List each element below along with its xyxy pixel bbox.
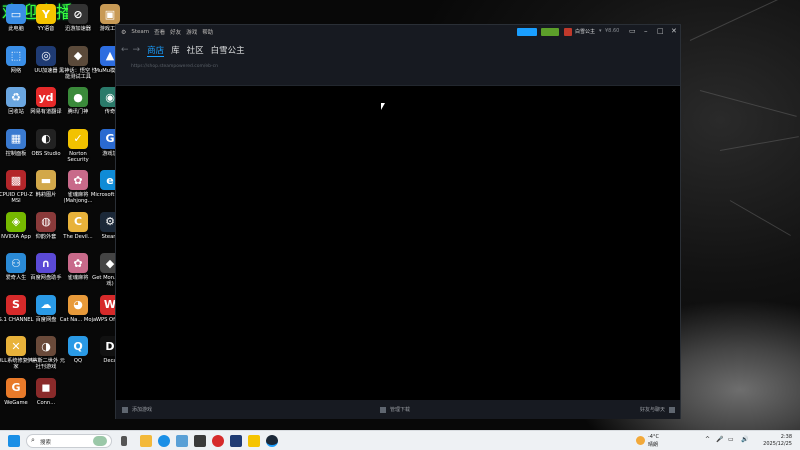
menu-steam[interactable]: Steam [131, 29, 149, 35]
tab-store[interactable]: 商店 [147, 44, 165, 57]
nvidia-icon: ◈ [6, 211, 26, 232]
mahjong2-icon: ✿ [68, 253, 88, 273]
microphone-icon[interactable]: 🎤 [716, 436, 723, 443]
task-view-icon[interactable] [121, 436, 127, 446]
steam-window[interactable]: ⚙ Steam 查看 好友 游戏 帮助 白雪公主 ▾ ¥8.60 ▭ – □ ✕… [115, 24, 681, 419]
store-content-area[interactable] [116, 87, 680, 399]
search-highlight-icon [93, 436, 107, 446]
chat-icon [669, 406, 676, 413]
clock-date[interactable]: 2025/12/25 [752, 441, 792, 447]
download-icon [380, 406, 386, 413]
s1-icon: S [6, 294, 26, 315]
steam-bottom-bar: 添加游戏 管理下载 好友与聊天 [116, 400, 680, 419]
box-icon: ▣ [100, 4, 120, 24]
obs-icon: ◐ [36, 128, 56, 149]
steam-taskbar-icon[interactable] [266, 435, 278, 447]
game2-icon: ◍ [36, 211, 56, 232]
steam-nav: ← → 商店 库 社区 白雪公主 [116, 39, 680, 61]
chevron-down-icon: ▾ [599, 28, 602, 34]
uu-icon: ◎ [36, 45, 56, 66]
uu-taskbar-icon[interactable] [230, 435, 242, 447]
search-input[interactable]: ⌕ 搜索 [26, 434, 112, 448]
desktop-icon-label: Conn... [36, 399, 56, 406]
wegame-icon: G [6, 377, 26, 398]
baidu-netdisk-icon: ☁ [36, 294, 56, 315]
pinned-app-icon[interactable] [248, 435, 260, 447]
forward-arrow-icon[interactable]: → [133, 45, 141, 55]
maximize-button[interactable]: □ [657, 27, 664, 35]
menu-friends[interactable]: 好友 [170, 28, 181, 36]
minimize-button[interactable]: – [644, 27, 648, 35]
tab-library[interactable]: 库 [171, 44, 180, 56]
yy-icon: Y [36, 4, 56, 24]
broadcast-button[interactable] [517, 28, 537, 36]
notification-button[interactable] [541, 28, 559, 36]
monitor-icon[interactable]: ▭ [629, 27, 636, 35]
network-icon: ⬚ [6, 45, 26, 66]
volume-icon[interactable]: 🔊 [741, 436, 748, 443]
steam-titlebar[interactable]: ⚙ Steam 查看 好友 游戏 帮助 白雪公主 ▾ ¥8.60 ▭ – □ ✕ [116, 25, 680, 39]
conn-icon: ◼ [36, 377, 56, 398]
account-name[interactable]: 白雪公主 [575, 28, 595, 35]
chevron-up-icon[interactable]: ^ [705, 436, 710, 443]
file-explorer-icon[interactable] [140, 435, 152, 447]
steam-logo-icon: ⚙ [121, 28, 127, 36]
tab-profile[interactable]: 白雪公主 [211, 44, 245, 56]
store-taskbar-icon[interactable] [176, 435, 188, 447]
baidu-helper-icon: ∩ [36, 253, 56, 273]
computer-icon: ▭ [6, 4, 26, 24]
search-icon: ⌕ [31, 436, 35, 444]
mahjong-icon: ✿ [68, 170, 88, 190]
mouse-cursor-icon [381, 103, 385, 110]
control-panel-icon: ▦ [6, 128, 26, 149]
desktop-icon[interactable]: ◼ Conn... [26, 377, 66, 406]
windows-start-icon[interactable] [8, 435, 20, 447]
clock-time[interactable]: 2:38 [752, 434, 792, 440]
avatar[interactable] [564, 28, 572, 36]
tencent-icon: ● [68, 87, 88, 107]
network-tray-icon[interactable]: ▭ [728, 436, 734, 443]
recycle-bin-icon: ♻ [6, 87, 26, 107]
weather-icon[interactable] [636, 436, 645, 445]
friends-chat-button[interactable]: 好友与聊天 [640, 406, 676, 413]
game-taskbar-icon[interactable] [212, 435, 224, 447]
wallet-balance: ¥8.60 [605, 28, 620, 34]
add-game-button[interactable]: 添加游戏 [122, 406, 152, 413]
menu-help[interactable]: 帮助 [202, 28, 213, 36]
menu-view[interactable]: 查看 [154, 28, 165, 36]
qq-icon: Q [68, 336, 88, 356]
url-text[interactable]: https://shop.steampowered.com/eb-cn [131, 64, 218, 69]
back-arrow-icon[interactable]: ← [121, 45, 129, 55]
dll-icon: ✕ [6, 336, 26, 356]
xunyou-icon: ⊘ [68, 4, 88, 24]
edge-taskbar-icon[interactable] [158, 435, 170, 447]
app-taskbar-icon[interactable] [194, 435, 206, 447]
manage-downloads-button[interactable]: 管理下载 [380, 406, 410, 413]
aiqi-icon: ⚇ [6, 253, 26, 273]
tab-community[interactable]: 社区 [187, 44, 204, 56]
devil-icon: C [68, 211, 88, 232]
menu-games[interactable]: 游戏 [186, 28, 197, 36]
cpuz-icon: ▩ [6, 170, 26, 190]
close-button[interactable]: ✕ [671, 27, 677, 35]
wukong-icon: ◆ [68, 45, 88, 66]
address-bar: https://shop.steampowered.com/eb-cn [116, 61, 680, 86]
game4-icon: ◑ [36, 336, 56, 356]
cat-icon: ◕ [68, 294, 88, 315]
image-icon: ▬ [36, 170, 56, 190]
plus-icon [122, 406, 128, 413]
norton-icon: ✓ [68, 128, 88, 149]
youdao-icon: yd [36, 87, 56, 107]
windows-taskbar: ⌕ 搜索 -4°C 晴朗 ^ 🎤 ▭ 🔊 2:38 2025/12/25 [0, 430, 800, 450]
